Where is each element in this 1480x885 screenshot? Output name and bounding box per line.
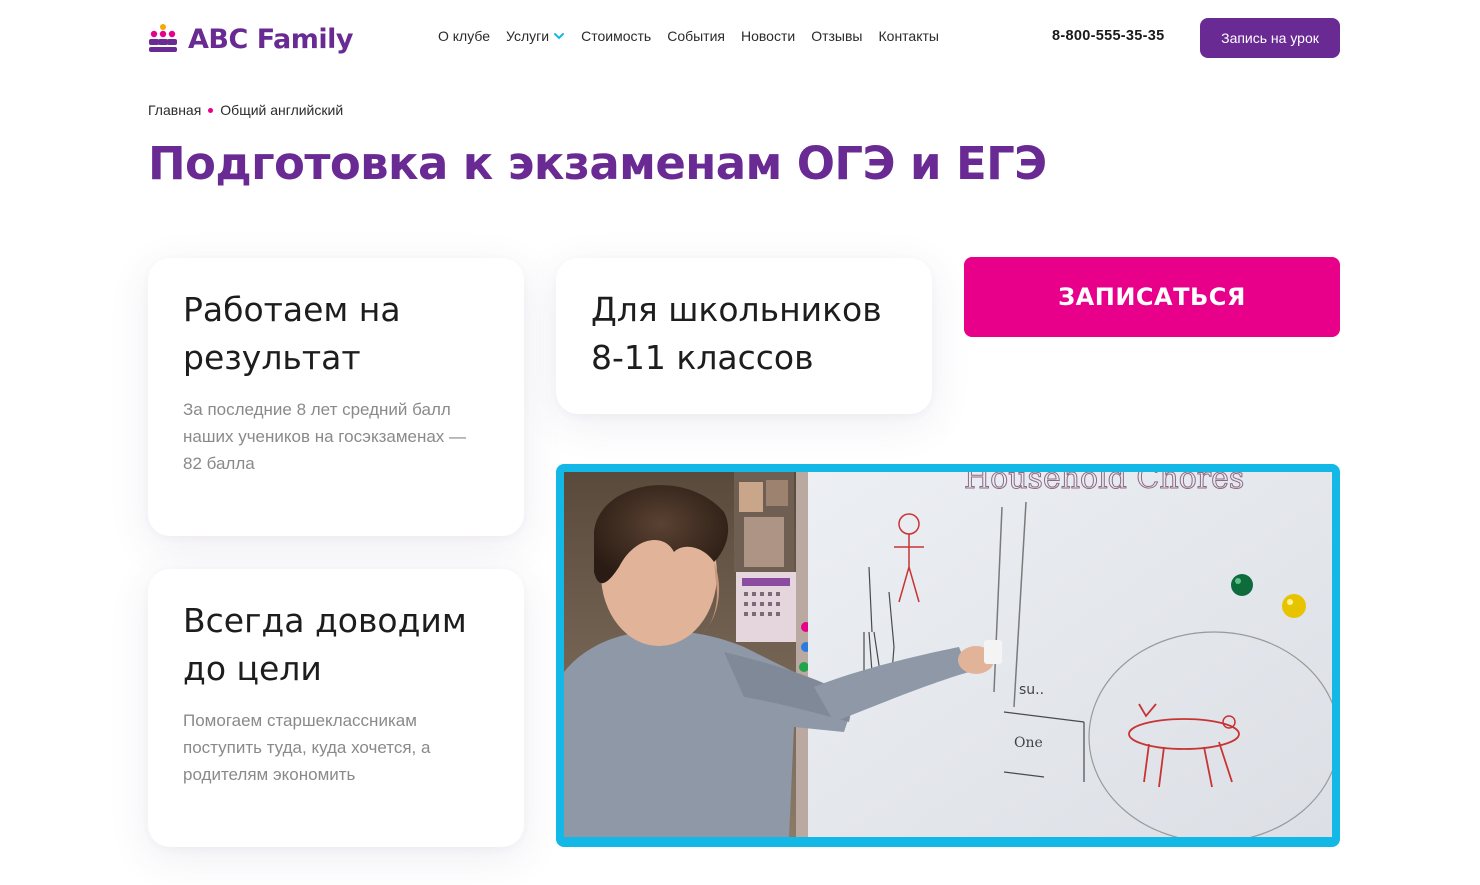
main-nav: О клубе Услуги Стоимость События Новости… (438, 28, 939, 44)
board-word-2: One (1014, 735, 1043, 751)
breadcrumb-home-link[interactable]: Главная (148, 102, 201, 118)
book-lesson-button[interactable]: Запись на урок (1200, 18, 1340, 58)
card-title: Всегда доводим до цели (183, 601, 467, 688)
family-logo-icon (149, 24, 177, 52)
lesson-photo: Household Chores su.. One (564, 472, 1332, 837)
card-title: Для школьников 8-11 классов (591, 290, 882, 377)
card-text: За последние 8 лет средний балл наших уч… (183, 400, 467, 473)
nav-label: О клубе (438, 28, 491, 44)
phone-link[interactable]: 8-800-555-35-35 (1052, 28, 1165, 44)
lesson-photo-illustration: Household Chores su.. One (564, 472, 1332, 837)
nav-item-news[interactable]: Новости (741, 28, 795, 44)
logo[interactable]: ABC Family (148, 18, 354, 60)
board-heading: Household Chores (964, 472, 1244, 496)
feature-card-goal: Всегда доводим до цели Помогаем старшекл… (148, 569, 524, 847)
feature-card-results: Работаем на результат За последние 8 лет… (148, 258, 524, 536)
feature-card-students: Для школьников 8-11 классов (556, 258, 932, 414)
site-header: ABC Family О клубе Услуги Стоимость Собы… (148, 0, 1340, 78)
nav-item-services[interactable]: Услуги (506, 28, 565, 44)
nav-label: Стоимость (581, 28, 652, 44)
nav-label: Отзывы (811, 28, 863, 44)
board-word-1: su.. (1019, 682, 1044, 698)
logo-text: ABC Family (188, 23, 354, 55)
nav-item-contacts[interactable]: Контакты (879, 28, 939, 44)
nav-item-events[interactable]: События (667, 28, 725, 44)
nav-label: Услуги (506, 28, 550, 44)
page-title: Подготовка к экзаменам ОГЭ и ЕГЭ (148, 137, 1047, 190)
card-text: Помогаем старшеклассникам поступить туда… (183, 711, 431, 784)
nav-label: События (667, 28, 725, 44)
breadcrumb: Главная Общий английский (148, 102, 343, 118)
card-title: Работаем на результат (183, 290, 401, 377)
signup-button[interactable]: ЗАПИСАТЬСЯ (964, 257, 1340, 337)
breadcrumb-current[interactable]: Общий английский (220, 102, 343, 118)
chevron-down-icon (554, 33, 565, 40)
nav-label: Контакты (878, 28, 939, 44)
nav-label: Новости (741, 28, 796, 44)
nav-item-about[interactable]: О клубе (438, 28, 490, 44)
nav-item-reviews[interactable]: Отзывы (811, 28, 862, 44)
breadcrumb-separator (208, 107, 214, 113)
lesson-photo-frame: Household Chores su.. One (556, 464, 1340, 847)
nav-item-pricing[interactable]: Стоимость (581, 28, 651, 44)
